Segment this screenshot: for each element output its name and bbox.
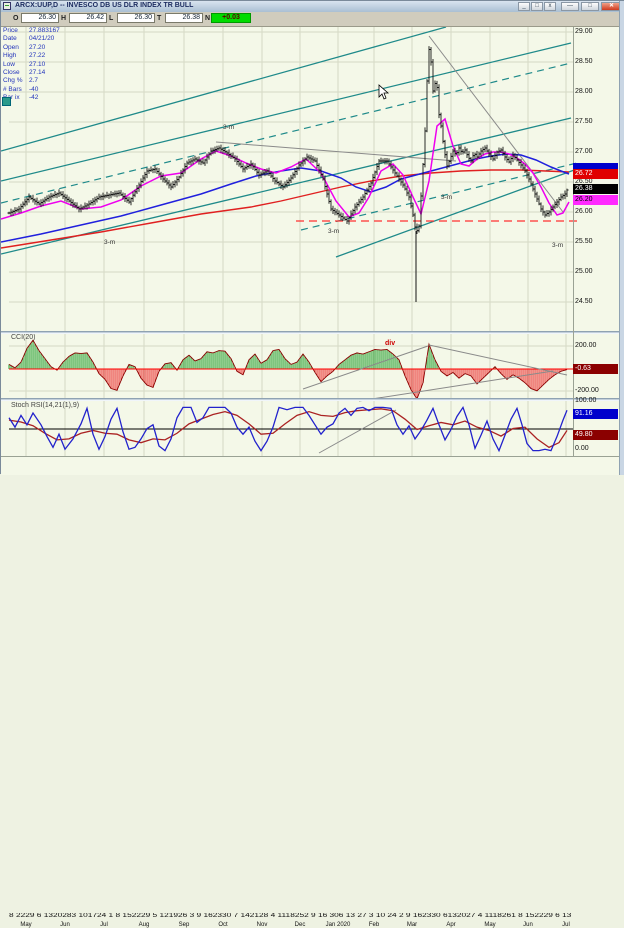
tool-value-label: # Bars — [3, 86, 29, 93]
magenta-ma-price-badge: 26.20 — [573, 195, 618, 205]
quote-field-value: 26.30 — [21, 13, 59, 23]
tool-value-value: 27.14 — [29, 69, 45, 76]
tool-value-value: 27.10 — [29, 61, 45, 68]
svg-text:3-m: 3-m — [441, 194, 452, 201]
tool-value-label: Date — [3, 35, 29, 42]
chart-restore-button[interactable]: □ — [531, 2, 543, 11]
tool-value-row: Low27.10 — [3, 61, 83, 69]
chart-window: { "window": { "title": "ARCX:UUP,D -- IN… — [0, 0, 624, 474]
chart-icon — [3, 2, 11, 10]
stoch-study-label: Stoch RSI(14,21(1),9) — [11, 402, 79, 409]
tool-value-row: Open27.20 — [3, 44, 83, 52]
scale-tick-label: 200.00 — [575, 342, 596, 349]
svg-text:3-m: 3-m — [328, 228, 339, 235]
tool-value-value: 27.883167 — [29, 27, 60, 34]
cci-study-label: CCI(20) — [11, 334, 36, 341]
price-scale[interactable]: 29.0028.5028.0027.5027.0026.5026.0025.50… — [573, 27, 619, 331]
scale-tick-label: 24.50 — [575, 298, 593, 305]
quote-field-label: H — [61, 15, 66, 22]
chart-canvas[interactable]: 3-m 3-m 3-m 3-m 3-m — [1, 1, 624, 475]
panel-separator-cci-stoch[interactable] — [1, 398, 619, 401]
scale-tick-label: 27.50 — [575, 118, 593, 125]
time-axis-month: Jul — [100, 922, 108, 928]
time-axis-month: Sep — [179, 922, 190, 928]
scale-tick-label: 0.00 — [575, 445, 589, 452]
tool-value-label: Close — [3, 69, 29, 76]
tool-value-label: High — [3, 52, 29, 59]
tool-value-value: -40 — [29, 86, 38, 93]
svg-text:3-m: 3-m — [552, 242, 563, 249]
time-axis-month: Feb — [369, 922, 379, 928]
scale-tick-label: 25.50 — [575, 238, 593, 245]
stoch-d-badge: 49.80 — [573, 430, 618, 440]
last-price-badge: 26.38 — [573, 184, 618, 194]
chart-minimize-button[interactable]: _ — [518, 2, 530, 11]
time-axis-days: 8 2229 6 1320283 101724 1 8 152229 5 121… — [9, 913, 571, 919]
drawing-tool-swatch[interactable] — [2, 97, 11, 106]
tool-value-label: Low — [3, 61, 29, 68]
time-axis-month: Mar — [407, 922, 417, 928]
time-axis-month: Apr — [446, 922, 455, 928]
tool-value-label: Open — [3, 44, 29, 51]
cci-value-badge: -0.63 — [573, 364, 618, 374]
net-change-badge: +0.03 — [211, 13, 251, 23]
tool-value-value: 27.22 — [29, 52, 45, 59]
scale-tick-label: 27.00 — [575, 148, 593, 155]
window-title: ARCX:UUP,D -- INVESCO DB US DLR INDEX TR… — [15, 2, 193, 9]
panel-separator-price-cci[interactable] — [1, 331, 619, 334]
quote-field-value: 26.42 — [69, 13, 107, 23]
time-axis-month: Jun — [60, 922, 70, 928]
tool-value-row: # Bars-40 — [3, 86, 83, 94]
tool-value-row: Bar ix-42 — [3, 94, 83, 102]
tool-value-label: Price — [3, 27, 29, 34]
tool-value-label: Chg % — [3, 77, 29, 84]
tool-value-row: Price27.883167 — [3, 27, 83, 35]
tool-value-value: 2.7 — [29, 77, 38, 84]
scale-tick-label: 28.00 — [575, 88, 593, 95]
tool-value-row: High27.22 — [3, 52, 83, 60]
time-axis-month: Dec — [295, 922, 306, 928]
tool-value-value: 27.20 — [29, 44, 45, 51]
time-axis-month: Nov — [257, 922, 268, 928]
net-change-label: N — [205, 15, 210, 22]
time-axis-month: Jul — [562, 922, 570, 928]
time-axis-month: Jan 2020 — [326, 922, 351, 928]
scale-tick-label: 28.50 — [575, 58, 593, 65]
quote-field-label: O — [13, 15, 18, 22]
tool-value-row: Close27.14 — [3, 69, 83, 77]
divergence-annotation: div — [385, 340, 395, 347]
quote-field-value: 26.30 — [117, 13, 155, 23]
window-maximize-button[interactable]: □ — [581, 2, 599, 11]
window-right-frame[interactable] — [619, 1, 624, 475]
scale-tick-label: -200.00 — [575, 387, 599, 394]
red-ma-price-badge: 26.72 — [573, 169, 618, 179]
time-axis-month: Aug — [139, 922, 150, 928]
quote-field-label: T — [157, 15, 161, 22]
tool-value-row: Date04/21/20 — [3, 35, 83, 43]
svg-text:3-m: 3-m — [104, 239, 115, 246]
time-axis-month: Jun — [523, 922, 533, 928]
quote-field-value: 26.38 — [165, 13, 203, 23]
chart-close-button[interactable]: x — [544, 2, 556, 11]
scale-tick-label: 25.00 — [575, 268, 593, 275]
svg-text:3-m: 3-m — [223, 124, 234, 131]
tool-value-value: -42 — [29, 94, 38, 101]
scale-tick-label: 29.00 — [575, 28, 593, 35]
tool-value-row: Chg %2.7 — [3, 77, 83, 85]
stoch-k-badge: 91.16 — [573, 409, 618, 419]
time-scale[interactable]: 8 2229 6 1320283 101724 1 8 152229 5 121… — [1, 456, 619, 476]
tool-values-panel: Price27.883167Date04/21/20Open27.20High2… — [3, 27, 83, 103]
window-minimize-button[interactable]: — — [561, 2, 579, 11]
tool-value-value: 04/21/20 — [29, 35, 54, 42]
time-axis-month: Oct — [218, 922, 227, 928]
quote-field-label: L — [109, 15, 113, 22]
scale-tick-label: 100.00 — [575, 397, 596, 404]
time-axis-month: May — [484, 922, 495, 928]
scale-tick-label: 26.00 — [575, 208, 593, 215]
time-axis-month: May — [20, 922, 31, 928]
